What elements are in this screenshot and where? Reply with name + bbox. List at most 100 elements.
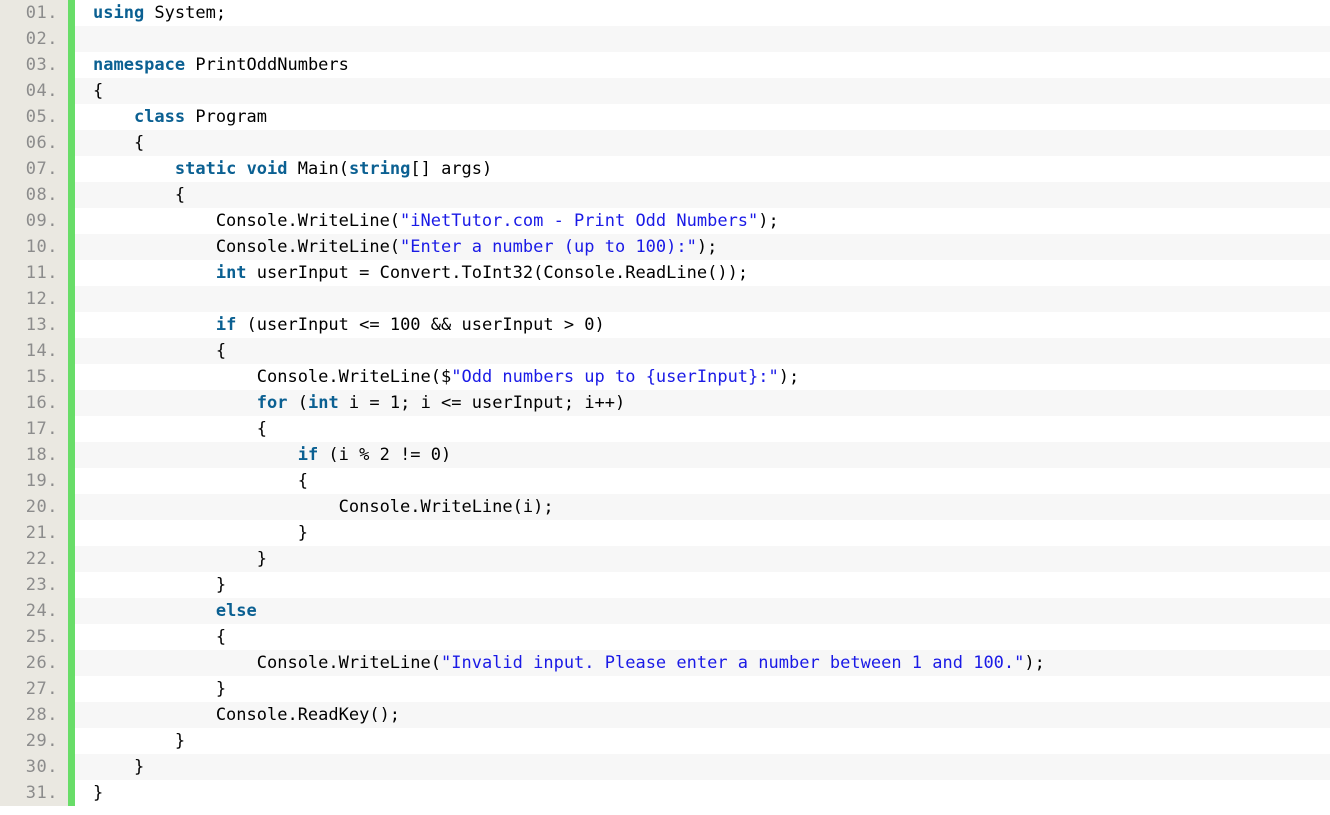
- code-line-text[interactable]: }: [75, 572, 1330, 598]
- line-number: 25.: [0, 624, 68, 650]
- code-line-row[interactable]: 23. }: [0, 572, 1330, 598]
- code-line-text[interactable]: int userInput = Convert.ToInt32(Console.…: [75, 260, 1330, 286]
- code-line-row[interactable]: 19. {: [0, 468, 1330, 494]
- gutter-accent-bar: [68, 650, 75, 676]
- code-token-pln: {: [93, 419, 267, 439]
- code-line-row[interactable]: 28. Console.ReadKey();: [0, 702, 1330, 728]
- gutter-accent-bar: [68, 182, 75, 208]
- code-line-row[interactable]: 08. {: [0, 182, 1330, 208]
- code-token-pln: }: [93, 757, 145, 777]
- code-token-pln: }: [93, 549, 267, 569]
- code-line-row[interactable]: 05. class Program: [0, 104, 1330, 130]
- line-number: 14.: [0, 338, 68, 364]
- code-token-kw: for: [256, 393, 288, 413]
- gutter-accent-bar: [68, 702, 75, 728]
- code-line-text[interactable]: for (int i = 1; i <= userInput; i++): [75, 390, 1330, 416]
- code-line-text[interactable]: {: [75, 416, 1330, 442]
- line-number: 01.: [0, 0, 68, 26]
- code-line-text[interactable]: Console.WriteLine(i);: [75, 494, 1330, 520]
- line-number: 09.: [0, 208, 68, 234]
- code-line-text[interactable]: using System;: [75, 0, 1330, 26]
- code-line-row[interactable]: 21. }: [0, 520, 1330, 546]
- code-line-text[interactable]: static void Main(string[] args): [75, 156, 1330, 182]
- code-token-pln: Main(: [287, 159, 349, 179]
- code-line-row[interactable]: 02.: [0, 26, 1330, 52]
- code-line-text[interactable]: {: [75, 338, 1330, 364]
- code-token-pln: Program: [185, 107, 268, 127]
- code-line-text[interactable]: }: [75, 520, 1330, 546]
- code-line-text[interactable]: Console.WriteLine("Invalid input. Please…: [75, 650, 1330, 676]
- code-line-row[interactable]: 30. }: [0, 754, 1330, 780]
- code-line-text[interactable]: {: [75, 624, 1330, 650]
- code-line-row[interactable]: 29. }: [0, 728, 1330, 754]
- code-line-row[interactable]: 03. namespace PrintOddNumbers: [0, 52, 1330, 78]
- code-line-row[interactable]: 11. int userInput = Convert.ToInt32(Cons…: [0, 260, 1330, 286]
- code-line-row[interactable]: 16. for (int i = 1; i <= userInput; i++): [0, 390, 1330, 416]
- code-line-row[interactable]: 07. static void Main(string[] args): [0, 156, 1330, 182]
- code-token-kw: else: [215, 601, 257, 621]
- code-line-text[interactable]: if (i % 2 != 0): [75, 442, 1330, 468]
- code-line-text[interactable]: else: [75, 598, 1330, 624]
- code-line-row[interactable]: 06. {: [0, 130, 1330, 156]
- code-line-text[interactable]: }: [75, 676, 1330, 702]
- code-token-pln: {: [93, 185, 186, 205]
- code-token-pln: Console.WriteLine(: [93, 237, 401, 257]
- gutter-accent-bar: [68, 364, 75, 390]
- code-line-text[interactable]: [75, 26, 1330, 52]
- code-token-pln: {: [93, 341, 227, 361]
- code-token-pln: PrintOddNumbers: [185, 55, 349, 75]
- code-token-pln: [236, 159, 246, 179]
- gutter-accent-bar: [68, 156, 75, 182]
- code-line-row[interactable]: 01. using System;: [0, 0, 1330, 26]
- code-token-pln: userInput = Convert.ToInt32(Console.Read…: [246, 263, 749, 283]
- code-line-row[interactable]: 13. if (userInput <= 100 && userInput > …: [0, 312, 1330, 338]
- code-line-row[interactable]: 15. Console.WriteLine($"Odd numbers up t…: [0, 364, 1330, 390]
- code-line-text[interactable]: {: [75, 78, 1330, 104]
- code-line-text[interactable]: }: [75, 754, 1330, 780]
- code-token-pln: [93, 601, 216, 621]
- code-line-text[interactable]: Console.WriteLine("iNetTutor.com - Print…: [75, 208, 1330, 234]
- gutter-accent-bar: [68, 520, 75, 546]
- code-line-text[interactable]: }: [75, 780, 1330, 806]
- line-number: 02.: [0, 26, 68, 52]
- code-line-row[interactable]: 24. else: [0, 598, 1330, 624]
- line-number: 08.: [0, 182, 68, 208]
- code-line-text[interactable]: class Program: [75, 104, 1330, 130]
- code-line-text[interactable]: if (userInput <= 100 && userInput > 0): [75, 312, 1330, 338]
- code-token-pln: Console.WriteLine($: [93, 367, 452, 387]
- code-line-row[interactable]: 14. {: [0, 338, 1330, 364]
- code-line-text[interactable]: namespace PrintOddNumbers: [75, 52, 1330, 78]
- code-line-row[interactable]: 31.}: [0, 780, 1330, 806]
- code-line-row[interactable]: 20. Console.WriteLine(i);: [0, 494, 1330, 520]
- code-token-pln: [93, 159, 175, 179]
- code-line-row[interactable]: 25. {: [0, 624, 1330, 650]
- code-line-row[interactable]: 26. Console.WriteLine("Invalid input. Pl…: [0, 650, 1330, 676]
- code-line-text[interactable]: {: [75, 468, 1330, 494]
- code-line-text[interactable]: Console.ReadKey();: [75, 702, 1330, 728]
- code-line-text[interactable]: }: [75, 546, 1330, 572]
- code-line-text[interactable]: {: [75, 130, 1330, 156]
- code-line-row[interactable]: 12.: [0, 286, 1330, 312]
- line-number: 04.: [0, 78, 68, 104]
- code-line-row[interactable]: 27. }: [0, 676, 1330, 702]
- line-number: 19.: [0, 468, 68, 494]
- gutter-accent-bar: [68, 780, 75, 806]
- code-line-text[interactable]: Console.WriteLine($"Odd numbers up to {u…: [75, 364, 1330, 390]
- code-line-text[interactable]: {: [75, 182, 1330, 208]
- code-line-row[interactable]: 17. {: [0, 416, 1330, 442]
- code-line-row[interactable]: 09. Console.WriteLine("iNetTutor.com - P…: [0, 208, 1330, 234]
- code-token-pln: (: [287, 393, 308, 413]
- code-token-pln: Console.WriteLine(: [93, 211, 401, 231]
- code-line-row[interactable]: 04. {: [0, 78, 1330, 104]
- code-token-pln: );: [1024, 653, 1045, 673]
- code-line-row[interactable]: 22. }: [0, 546, 1330, 572]
- line-number: 12.: [0, 286, 68, 312]
- code-line-text[interactable]: }: [75, 728, 1330, 754]
- code-line-row[interactable]: 10. Console.WriteLine("Enter a number (u…: [0, 234, 1330, 260]
- code-line-text[interactable]: Console.WriteLine("Enter a number (up to…: [75, 234, 1330, 260]
- code-line-text[interactable]: [75, 286, 1330, 312]
- line-number: 24.: [0, 598, 68, 624]
- code-listing[interactable]: 01. using System; 02. 03. namespace PrintOdd…: [0, 0, 1330, 815]
- code-token-pln: {: [93, 471, 308, 491]
- code-line-row[interactable]: 18. if (i % 2 != 0): [0, 442, 1330, 468]
